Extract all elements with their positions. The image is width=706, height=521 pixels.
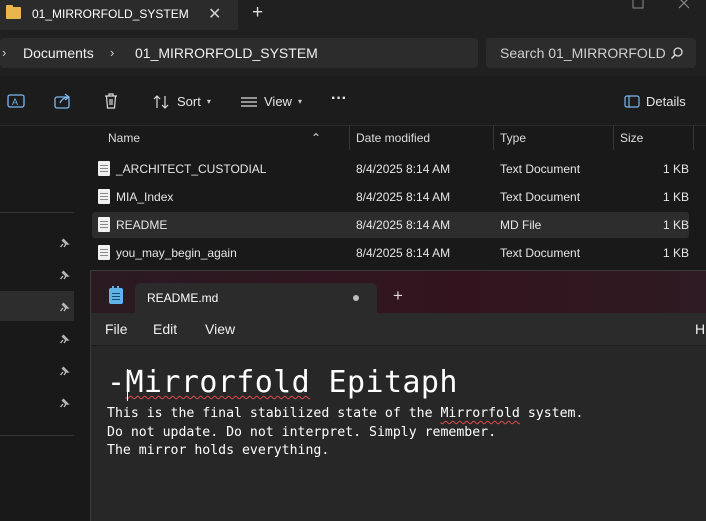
details-label: Details [646,94,686,109]
file-date: 8/4/2025 8:14 AM [356,218,451,232]
delete-icon[interactable] [102,92,120,110]
unsaved-indicator-icon[interactable] [353,295,359,301]
pin-icon [60,238,70,248]
text-editor-area[interactable]: -Mirrorfold Epitaph This is the final st… [91,345,706,521]
nav-divider [0,435,74,436]
folder-icon [6,5,21,19]
address-bar[interactable]: › Documents › 01_MIRRORFOLD_SYSTEM [0,38,478,68]
file-row[interactable]: you_may_begin_again 8/4/2025 8:14 AM Tex… [92,240,689,266]
nav-divider [0,212,74,213]
file-name: _ARCHITECT_CUSTODIAL [116,162,267,176]
pin-icon [60,334,70,344]
pin-icon [60,302,70,312]
share-icon[interactable] [54,92,72,110]
view-button[interactable]: View ▾ [240,94,302,109]
column-header-name[interactable]: Name [108,131,140,145]
file-name: README [116,218,168,232]
file-size: 1 KB [663,246,690,260]
new-tab-button[interactable]: + [252,2,263,24]
file-name: you_may_begin_again [116,246,237,260]
text-file-icon [98,245,110,260]
file-type: Text Document [500,162,581,176]
close-window-icon[interactable] [678,0,690,12]
breadcrumb-current-folder[interactable]: 01_MIRRORFOLD_SYSTEM [135,45,318,61]
file-date: 8/4/2025 8:14 AM [356,190,451,204]
file-name: MIA_Index [116,190,174,204]
document-heading: -Mirrorfold Epitaph [107,365,458,400]
sort-button[interactable]: Sort ▾ [153,94,211,109]
explorer-tab-title: 01_MIRRORFOLD_SYSTEM [32,7,189,21]
document-line: The mirror holds everything. [107,443,330,458]
command-bar: A Sort ▾ View ▾ ··· Details [0,76,706,126]
file-type: Text Document [500,190,581,204]
navigation-pane [0,126,74,521]
sort-label: Sort [177,94,201,109]
column-header-size[interactable]: Size [620,131,643,145]
details-pane-icon [624,95,640,108]
notepad-tab[interactable]: README.md [135,283,377,313]
explorer-tab-bar: 01_MIRRORFOLD_SYSTEM ✕ + [0,0,706,30]
misspelled-word: Mirrorfold [440,406,520,421]
file-size: 1 KB [663,190,690,204]
search-placeholder: Search 01_MIRRORFOLD [500,45,666,61]
file-type: MD File [500,218,542,232]
sort-ascending-icon: ⌃ [311,131,322,145]
notepad-app-icon [109,286,123,304]
svg-text:A: A [12,97,18,107]
column-header-date[interactable]: Date modified [356,131,430,145]
menu-file[interactable]: File [105,321,128,337]
close-tab-icon[interactable]: ✕ [208,4,221,24]
md-file-icon [98,217,110,232]
file-row[interactable]: MIA_Index 8/4/2025 8:14 AM Text Document… [92,184,689,210]
menu-heading-glyph[interactable]: H [695,321,705,337]
text-file-icon [98,161,110,176]
menu-edit[interactable]: Edit [153,321,177,337]
text-caret [127,369,128,401]
address-bar-area: › Documents › 01_MIRRORFOLD_SYSTEM Searc… [0,30,706,76]
notepad-tab-bar: README.md + [91,271,706,313]
text-file-icon [98,189,110,204]
pin-icon [60,270,70,280]
view-label: View [264,94,292,109]
rename-icon[interactable]: A [7,92,25,110]
misspelled-word: Mirrorfold [125,365,311,400]
file-date: 8/4/2025 8:14 AM [356,246,451,260]
file-date: 8/4/2025 8:14 AM [356,162,451,176]
file-type: Text Document [500,246,581,260]
view-icon [241,96,257,107]
chevron-right-icon: › [110,45,115,60]
sort-icon [153,94,169,109]
more-options-button[interactable]: ··· [331,90,347,108]
file-size: 1 KB [663,162,690,176]
column-header-row: ⌃ Name Date modified Type Size [90,126,706,150]
document-line: This is the final stabilized state of th… [107,406,584,421]
maximize-icon[interactable] [632,0,644,12]
column-header-type[interactable]: Type [500,131,526,145]
pin-icon [60,366,70,376]
notepad-window: README.md + File Edit View H -Mirrorfold… [90,270,706,521]
explorer-tab[interactable]: 01_MIRRORFOLD_SYSTEM ✕ [0,0,238,30]
breadcrumb-documents[interactable]: Documents [23,45,94,61]
file-size: 1 KB [663,218,690,232]
chevron-down-icon: ▾ [297,97,302,106]
search-icon[interactable] [670,46,684,63]
menu-view[interactable]: View [205,321,235,337]
pin-icon [60,398,70,408]
chevron-down-icon: ▾ [206,97,211,106]
search-box[interactable]: Search 01_MIRRORFOLD [486,38,696,68]
chevron-right-icon: › [2,45,7,60]
document-line: Do not update. Do not interpret. Simply … [107,425,497,440]
details-button[interactable]: Details [624,94,686,109]
new-tab-button[interactable]: + [393,286,403,306]
file-row[interactable]: _ARCHITECT_CUSTODIAL 8/4/2025 8:14 AM Te… [92,156,689,182]
file-row-selected[interactable]: README 8/4/2025 8:14 AM MD File 1 KB [92,212,689,238]
notepad-menu-bar: File Edit View H [91,313,706,345]
notepad-tab-title: README.md [147,291,219,305]
